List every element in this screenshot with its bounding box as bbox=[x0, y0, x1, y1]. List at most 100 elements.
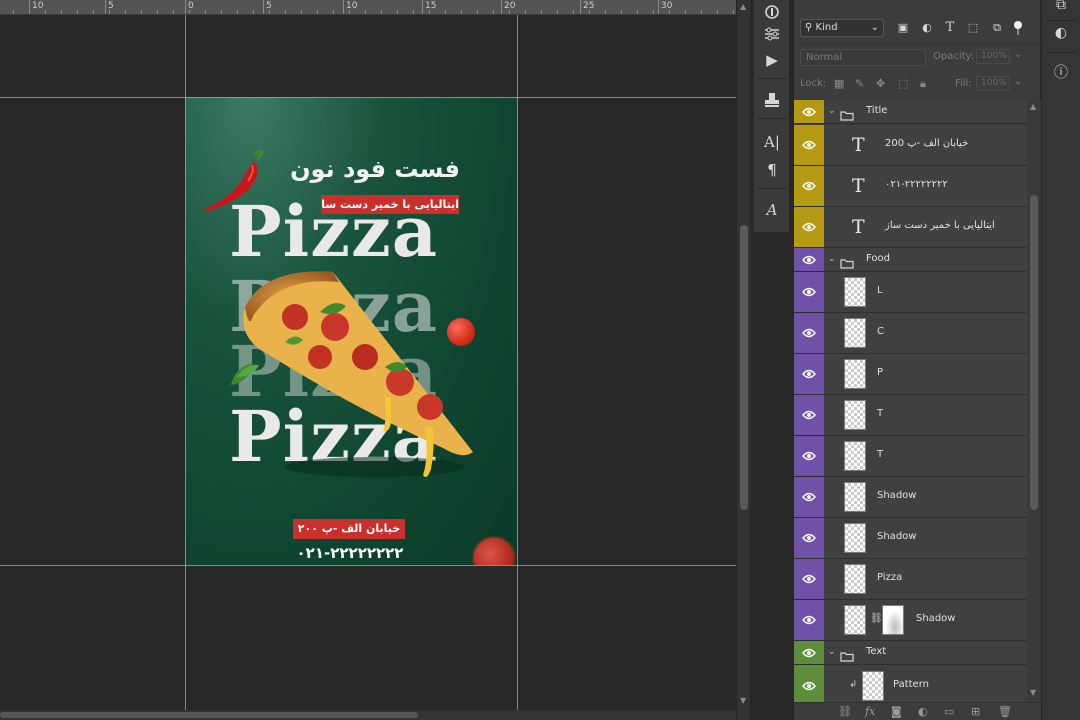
visibility-eye-icon[interactable] bbox=[794, 313, 824, 353]
basil-leaf-image bbox=[231, 363, 259, 385]
lock-image-icon[interactable]: ✎ bbox=[855, 77, 864, 90]
canvas-vertical-scroll-thumb[interactable] bbox=[740, 225, 748, 510]
canvas-area[interactable]: فست فود نون Pizza Pizza Pizza Pizza ایتا… bbox=[0, 15, 736, 710]
layer-row[interactable]: Pizza bbox=[794, 559, 1027, 600]
layer-row[interactable]: C bbox=[794, 313, 1027, 354]
layer-row[interactable]: T bbox=[794, 436, 1027, 477]
visibility-eye-icon[interactable] bbox=[794, 477, 824, 517]
scroll-up-arrow-icon[interactable]: ▲ bbox=[1030, 102, 1036, 111]
ruler-major-tick bbox=[343, 0, 344, 14]
lock-position-icon[interactable]: ✥ bbox=[876, 77, 885, 90]
ruler-major-tick bbox=[263, 0, 264, 14]
link-icon[interactable]: ⛓ bbox=[838, 705, 852, 718]
adjust-icon[interactable]: ◐ bbox=[1050, 22, 1072, 44]
fill-field[interactable]: 100% bbox=[976, 76, 1010, 91]
blend-mode-select[interactable]: Normal bbox=[800, 49, 926, 66]
fill-dropdown-icon[interactable]: ⌄ bbox=[1014, 76, 1022, 87]
guide-horizontal[interactable] bbox=[0, 97, 736, 98]
fx-icon[interactable]: fx bbox=[865, 705, 875, 718]
canvas-horizontal-scroll-thumb[interactable] bbox=[0, 712, 418, 718]
opacity-dropdown-icon[interactable]: ⌄ bbox=[1014, 49, 1022, 60]
group-expand-chevron-icon[interactable]: ⌄ bbox=[828, 106, 836, 116]
text-layer-icon: T bbox=[852, 216, 865, 238]
layer-row[interactable]: T ایتالیایی با خمیر دست ساز bbox=[794, 207, 1027, 248]
guide-vertical[interactable] bbox=[517, 15, 518, 710]
folder-icon[interactable]: ▭ bbox=[944, 705, 954, 718]
scroll-down-arrow-icon[interactable]: ▼ bbox=[1030, 688, 1036, 697]
glyphs-icon[interactable]: A bbox=[754, 198, 790, 222]
lock-artboard-icon[interactable]: ⬚ bbox=[898, 77, 908, 90]
layer-row[interactable]: T ۰۲۱-۲۲۲۲۲۲۲۲ bbox=[794, 166, 1027, 207]
type-filter-icon[interactable]: T bbox=[943, 21, 957, 35]
stamp-icon[interactable] bbox=[754, 88, 790, 112]
lock-transparent-icon[interactable]: ▦ bbox=[834, 77, 844, 90]
visibility-eye-icon[interactable] bbox=[794, 600, 824, 640]
shape-filter-icon[interactable]: ⬚ bbox=[966, 21, 980, 35]
character-icon[interactable]: A| bbox=[754, 130, 790, 154]
new-layer-icon[interactable]: ⊞ bbox=[971, 705, 980, 718]
trash-icon[interactable]: 🗑︎ bbox=[998, 705, 1012, 718]
info-icon[interactable]: ⓘ bbox=[1050, 62, 1072, 84]
canvas-horizontal-scrollbar[interactable] bbox=[0, 710, 736, 720]
ruler-label: 10 bbox=[346, 1, 358, 11]
visibility-eye-icon[interactable] bbox=[794, 665, 824, 702]
filter-kind-select[interactable]: ⚲ Kind ⌄ bbox=[800, 19, 884, 37]
layer-group-row[interactable]: ⌄ Title bbox=[794, 100, 1027, 124]
guide-vertical[interactable] bbox=[185, 15, 186, 710]
visibility-eye-icon[interactable] bbox=[794, 248, 824, 271]
group-expand-chevron-icon[interactable]: ⌄ bbox=[828, 647, 836, 657]
layer-row[interactable]: Shadow bbox=[794, 518, 1027, 559]
properties-icon[interactable] bbox=[754, 0, 790, 24]
adjustment-filter-icon[interactable]: ◐ bbox=[920, 21, 934, 35]
visibility-eye-icon[interactable] bbox=[794, 395, 824, 435]
cherry-tomato-image bbox=[447, 318, 475, 346]
visibility-eye-icon[interactable] bbox=[794, 272, 824, 312]
layer-mask-thumbnail[interactable] bbox=[882, 605, 904, 635]
canvas-vertical-scrollbar[interactable]: ▲ ▼ bbox=[736, 0, 750, 720]
visibility-eye-icon[interactable] bbox=[794, 125, 824, 165]
layer-row[interactable]: ⛓ Shadow bbox=[794, 600, 1027, 641]
layer-name: Pizza bbox=[877, 572, 903, 583]
paragraph-icon[interactable]: ¶ bbox=[754, 158, 790, 182]
visibility-eye-icon[interactable] bbox=[794, 166, 824, 206]
mask-icon[interactable]: ◙ bbox=[891, 705, 902, 718]
visibility-eye-icon[interactable] bbox=[794, 207, 824, 247]
layers-icon[interactable]: ⧉ bbox=[1050, 0, 1072, 16]
layer-row[interactable]: L bbox=[794, 272, 1027, 313]
scroll-up-arrow-icon[interactable]: ▲ bbox=[740, 2, 746, 11]
play-icon[interactable]: ▶ bbox=[754, 48, 790, 72]
horizontal-ruler[interactable]: 10 5 0 5 10 15 20 25 30 bbox=[0, 0, 736, 15]
visibility-eye-icon[interactable] bbox=[794, 518, 824, 558]
lock-all-icon[interactable]: 🔒︎ bbox=[920, 77, 926, 91]
layer-group-row[interactable]: ⌄ Text bbox=[794, 641, 1027, 665]
visibility-eye-icon[interactable] bbox=[794, 641, 824, 664]
poster-artboard[interactable]: فست فود نون Pizza Pizza Pizza Pizza ایتا… bbox=[185, 97, 518, 565]
layer-thumbnail bbox=[844, 605, 866, 635]
visibility-eye-icon[interactable] bbox=[794, 100, 824, 123]
layer-row[interactable]: P bbox=[794, 354, 1027, 395]
group-expand-chevron-icon[interactable]: ⌄ bbox=[828, 254, 836, 264]
guide-horizontal[interactable] bbox=[0, 565, 736, 566]
visibility-eye-icon[interactable] bbox=[794, 354, 824, 394]
mask-link-icon[interactable]: ⛓ bbox=[870, 613, 883, 624]
ruler-label: 30 bbox=[661, 1, 673, 11]
layer-row[interactable]: Shadow bbox=[794, 477, 1027, 518]
layers-scroll-thumb[interactable] bbox=[1030, 195, 1038, 510]
scroll-down-arrow-icon[interactable]: ▼ bbox=[740, 696, 746, 705]
filter-toggle-icon[interactable] bbox=[1013, 21, 1023, 35]
layer-thumbnail bbox=[844, 277, 866, 307]
layers-scrollbar[interactable]: ▲ ▼ bbox=[1027, 100, 1041, 702]
layer-row[interactable]: T bbox=[794, 395, 1027, 436]
smart-object-filter-icon[interactable]: ⧉ bbox=[990, 21, 1004, 35]
adjustment-icon[interactable]: ◐ bbox=[918, 705, 928, 718]
visibility-eye-icon[interactable] bbox=[794, 436, 824, 476]
layer-row[interactable]: T خیابان الف -پ 200 bbox=[794, 125, 1027, 166]
adjustments-icon[interactable] bbox=[754, 22, 790, 46]
opacity-field[interactable]: 100% bbox=[976, 49, 1010, 64]
layer-row[interactable]: ↲ Pattern bbox=[794, 665, 1027, 702]
pixel-filter-icon[interactable]: ▣ bbox=[896, 21, 910, 35]
folder-icon bbox=[840, 647, 854, 662]
layer-list[interactable]: ⌄ Title T خیابان الف -پ 200 T ۰۲۱-۲۲۲۲۲۲۲۲ T ای… bbox=[794, 100, 1027, 702]
layer-group-row[interactable]: ⌄ Food bbox=[794, 248, 1027, 272]
visibility-eye-icon[interactable] bbox=[794, 559, 824, 599]
